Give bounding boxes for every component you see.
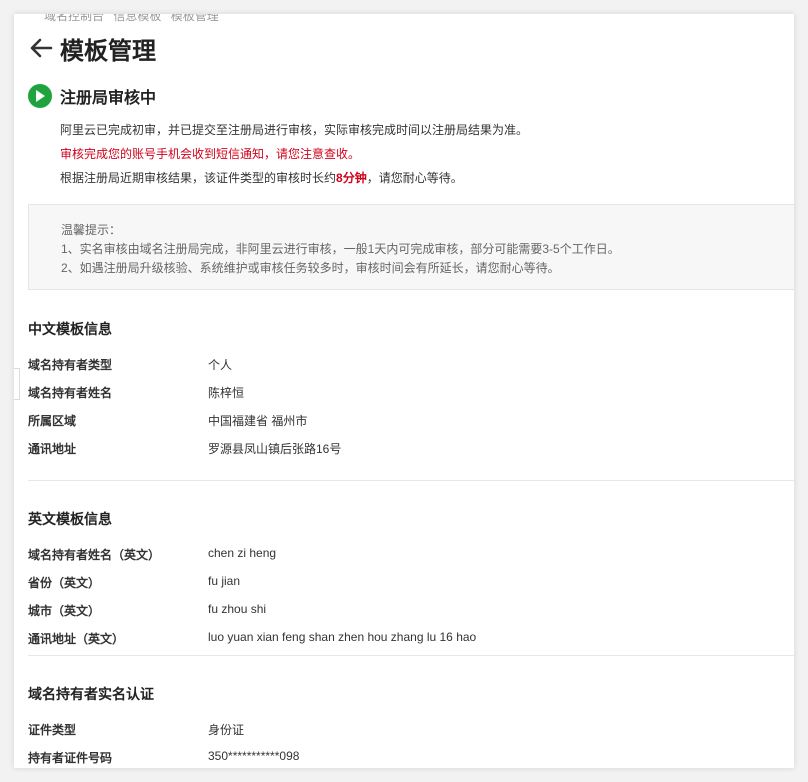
status-line-3: 根据注册局近期审核结果，该证件类型的审核时长约8分钟，请您耐心等待。 [60,166,528,190]
info-value: 350***********098 [208,749,300,763]
breadcrumb: 域名控制台 信息模板 模板管理 [44,14,225,22]
page-title: 模板管理 [60,37,156,65]
template-detail-panel: 域名控制台 信息模板 模板管理 模板管理 注册局审核中 阿里云已完成初审，并已提… [14,14,794,768]
status-line-2: 审核完成您的账号手机会收到短信通知，请您注意查收。 [60,147,361,161]
status-header: 注册局审核中 [28,84,156,108]
review-duration: 8分钟 [336,171,367,185]
info-label: 域名持有者类型 [28,358,113,372]
en-section-title: 英文模板信息 [28,511,112,527]
section-divider [28,480,794,481]
status-title: 注册局审核中 [60,90,157,107]
info-label: 省份（英文） [28,576,101,590]
info-value: 个人 [208,358,233,372]
status-line-3-suffix: ，请您耐心等待。 [366,171,463,185]
info-label: 通讯地址（英文） [28,632,125,646]
play-status-icon [28,84,52,108]
status-line-3-prefix: 根据注册局近期审核结果，该证件类型的审核时长约 [60,171,337,185]
info-label: 域名持有者姓名（英文） [28,548,161,562]
info-value: 罗源县凤山镇后张路16号 [208,442,342,456]
info-value: fu jian [208,574,241,588]
info-row: 域名持有者姓名 陈梓恒 [28,384,244,401]
tips-heading: 温馨提示： [61,223,122,237]
breadcrumb-item[interactable]: 信息模板 [113,14,161,22]
tips-item: 1、实名审核由域名注册局完成，非阿里云进行审核，一般1天内可完成审核，部分可能需… [61,242,620,256]
breadcrumb-item: 模板管理 [170,14,219,22]
status-line-1: 阿里云已完成初审，并已提交至注册局进行审核，实际审核完成时间以注册局结果为准。 [60,123,529,137]
info-row: 证件类型 身份证 [28,721,244,738]
info-value: 陈梓恒 [208,386,245,400]
info-row: 城市（英文） fu zhou shi [28,602,266,619]
info-row: 通讯地址 罗源县凤山镇后张路16号 [28,440,341,457]
info-label: 所属区域 [28,414,77,428]
back-arrow-icon[interactable] [28,35,54,61]
info-label: 城市（英文） [28,604,101,618]
info-value: fu zhou shi [208,602,267,616]
id-section-title: 域名持有者实名认证 [28,686,154,702]
cn-section-title: 中文模板信息 [28,321,112,337]
info-value: 中国福建省 福州市 [208,414,308,428]
info-value: chen zi heng [208,546,277,560]
info-row: 所属区域 中国福建省 福州市 [28,412,307,429]
section-divider [28,655,794,656]
info-row: 持有者证件号码 350***********098 [28,749,299,766]
info-row: 省份（英文） fu jian [28,574,240,591]
info-label: 持有者证件号码 [28,751,113,765]
info-row: 通讯地址（英文） luo yuan xian feng shan zhen hou… [28,630,476,647]
info-value: 身份证 [208,723,245,737]
tips-box: 温馨提示： 1、实名审核由域名注册局完成，非阿里云进行审核，一般1天内可完成审核… [28,204,794,290]
page-header: 模板管理 [28,32,156,65]
breadcrumb-item[interactable]: 域名控制台 [44,14,104,22]
info-label: 证件类型 [28,723,77,737]
tips-item: 2、如遇注册局升级核验、系统维护或审核任务较多时，审核时间会有所延长，请您耐心等… [61,261,560,275]
info-label: 域名持有者姓名 [28,386,113,400]
info-label: 通讯地址 [28,442,77,456]
info-value: luo yuan xian feng shan zhen hou zhang l… [208,630,477,644]
status-messages: 阿里云已完成初审，并已提交至注册局进行审核，实际审核完成时间以注册局结果为准。 … [60,118,528,190]
sidebar-collapse-handle[interactable] [14,368,20,400]
info-row: 域名持有者姓名（英文） chen zi heng [28,546,276,563]
info-row: 域名持有者类型 个人 [28,356,232,373]
